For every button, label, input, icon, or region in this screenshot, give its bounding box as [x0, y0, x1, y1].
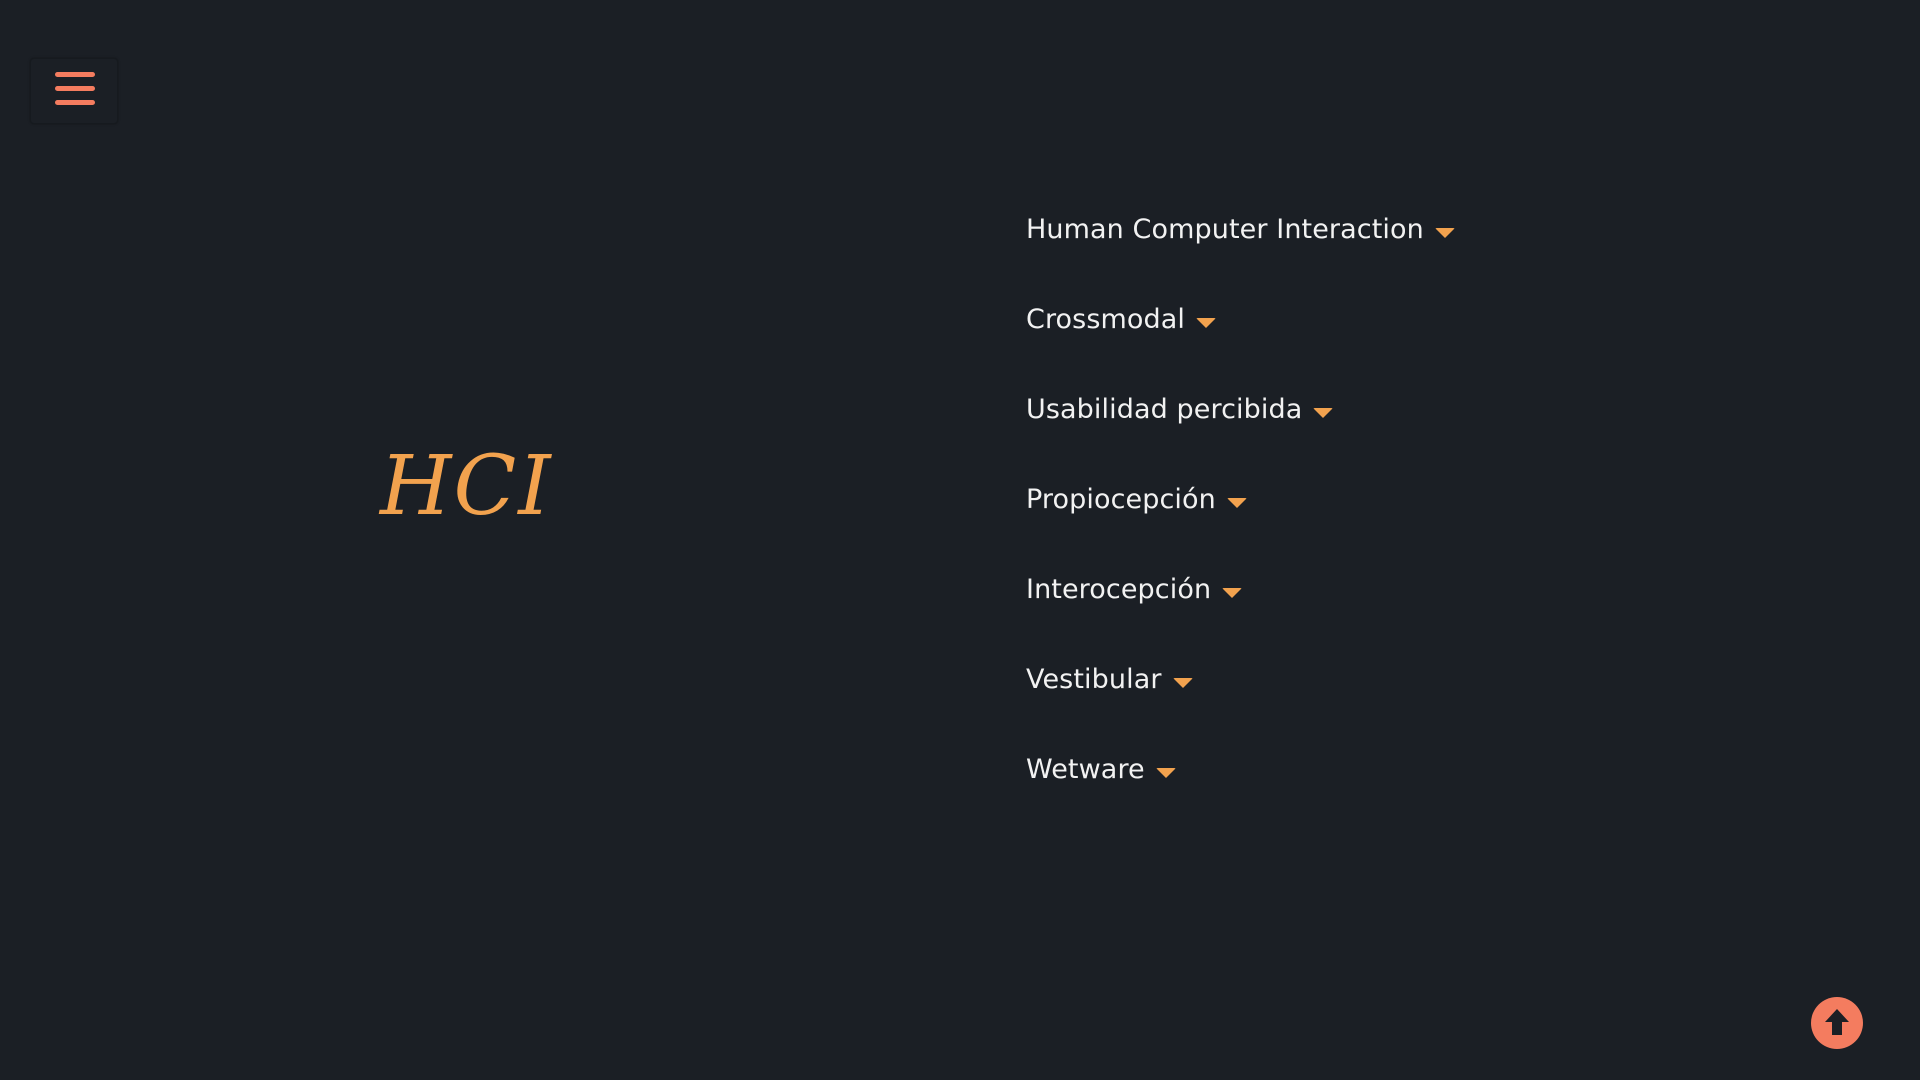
arrow-up-circle-icon — [1825, 1009, 1849, 1035]
topic-item-interocepcion[interactable]: Interocepción — [1026, 565, 1455, 613]
caret-down-icon — [1226, 498, 1247, 508]
caret-down-icon — [1172, 678, 1193, 688]
topic-item-propiocepcion[interactable]: Propiocepción — [1026, 475, 1455, 523]
menu-button[interactable] — [30, 58, 118, 124]
hamburger-bar — [55, 86, 95, 91]
page: HCI Human Computer Interaction Crossmoda… — [0, 0, 1920, 1080]
logo-title: HCI — [378, 439, 553, 534]
hamburger-menu-icon — [55, 72, 95, 77]
topic-label: Wetware — [1026, 753, 1145, 785]
topic-list: Human Computer Interaction Crossmodal Us… — [1026, 205, 1455, 835]
topic-label: Human Computer Interaction — [1026, 213, 1424, 245]
topic-label: Crossmodal — [1026, 303, 1186, 335]
topic-label: Vestibular — [1026, 663, 1162, 695]
caret-down-icon — [1313, 408, 1334, 418]
topic-item-crossmodal[interactable]: Crossmodal — [1026, 295, 1455, 343]
caret-down-icon — [1155, 768, 1176, 778]
topic-item-vestibular[interactable]: Vestibular — [1026, 655, 1455, 703]
topic-label: Usabilidad percibida — [1026, 393, 1303, 425]
caret-down-icon — [1196, 318, 1217, 328]
logo: HCI — [372, 426, 612, 536]
scroll-to-top-button[interactable] — [1811, 997, 1863, 1049]
topic-item-usabilidad-percibida[interactable]: Usabilidad percibida — [1026, 385, 1455, 433]
caret-down-icon — [1222, 588, 1243, 598]
topic-label: Propiocepción — [1026, 483, 1216, 515]
topic-item-human-computer-interaction[interactable]: Human Computer Interaction — [1026, 205, 1455, 253]
topic-label: Interocepción — [1026, 573, 1212, 605]
hamburger-bar — [55, 100, 95, 105]
topic-item-wetware[interactable]: Wetware — [1026, 745, 1455, 793]
caret-down-icon — [1434, 228, 1455, 238]
